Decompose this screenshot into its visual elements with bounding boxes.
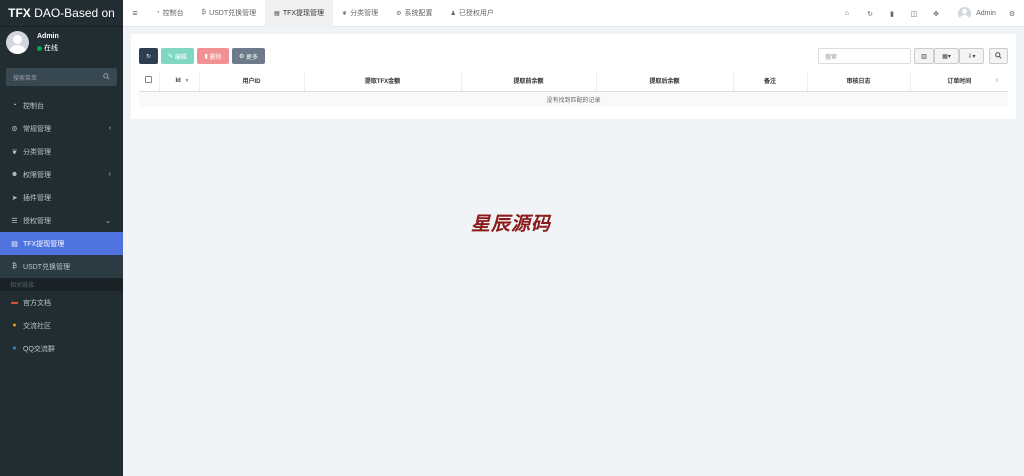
user-panel: Admin 在线 bbox=[0, 27, 123, 62]
bitcoin-icon: ₿ bbox=[201, 10, 207, 16]
columns-icon: ▦▾ bbox=[942, 53, 951, 60]
table-empty-row: 没有找到匹配的记录 bbox=[139, 91, 1008, 107]
list-icon: ☰ bbox=[11, 217, 18, 225]
group-icon: ☻ bbox=[10, 171, 19, 178]
cog-icon: ⚙ bbox=[238, 53, 245, 60]
gear-icon: ⚙ bbox=[396, 10, 402, 17]
sidebar-link-community[interactable]: ● 交流社区 bbox=[0, 314, 123, 337]
toggle-view-button[interactable]: ▥ bbox=[914, 48, 934, 64]
table-header-row: Id ▼ 用户ID 提取TFX金额 提取前余额 提取后余额 备注 审核日志 订单时… bbox=[139, 71, 1008, 92]
select-all-checkbox[interactable] bbox=[145, 76, 153, 84]
table-search-input[interactable]: 搜索 bbox=[818, 48, 911, 64]
empty-message: 没有找到匹配的记录 bbox=[139, 91, 1008, 107]
leaf-icon: ❦ bbox=[342, 10, 348, 17]
column-header-amount: 提取TFX金额 bbox=[304, 71, 462, 92]
column-header-balance-before: 提取前余额 bbox=[461, 71, 597, 92]
sort-icon: ⇕ bbox=[994, 78, 999, 84]
chevron-down-icon: ⌄ bbox=[105, 217, 111, 225]
search-icon[interactable] bbox=[103, 72, 110, 82]
sidebar-menu: ◔ 控制台 ⚙ 常规管理 ‹ ❦ 分类管理 ☻ 权限管理 ‹ ➤ 插件管理 ☰ 授权管理 ⌄ ▤ T… bbox=[0, 94, 123, 360]
dashboard-icon: ◔ bbox=[156, 10, 160, 16]
edit-button[interactable]: ✎ 编辑 bbox=[161, 48, 194, 64]
sidebar-item-license[interactable]: ☰ 授权管理 ⌄ bbox=[0, 209, 123, 232]
admin-avatar bbox=[958, 7, 972, 20]
column-header-order-time[interactable]: 订单时间 ⇕ bbox=[910, 71, 1008, 92]
app-root: TFX DAO-Based on Admin 在线 搜索菜单 ◔ 控制台 ⚙ 常规管… bbox=[0, 0, 1024, 476]
tab-category[interactable]: ❦ 分类管理 bbox=[333, 0, 387, 27]
advanced-search-button[interactable] bbox=[989, 48, 1008, 64]
search-icon bbox=[995, 51, 1002, 61]
top-navbar: ≡ ◔ 控制台 ₿ USDT兑换管理 ▤ TFX提现管理 ❦ 分类管理 ⚙ 系统配置 ♟ 已… bbox=[123, 0, 1024, 27]
sidebar-section-header: 相关链接 bbox=[0, 278, 123, 291]
sidebar-item-usdt-exchange[interactable]: ₿ USDT兑换管理 bbox=[0, 255, 123, 278]
card-icon: ▤ bbox=[11, 240, 18, 248]
sidebar-link-qq[interactable]: ● QQ交流群 bbox=[0, 337, 123, 360]
admin-menu[interactable]: Admin bbox=[953, 0, 1001, 27]
export-icon: ⇩▾ bbox=[967, 53, 976, 60]
sidebar-item-dashboard[interactable]: ◔ 控制台 bbox=[0, 94, 123, 117]
tab-system-config[interactable]: ⚙ 系统配置 bbox=[387, 0, 441, 27]
sidebar-item-tfx-withdraw[interactable]: ▤ TFX提现管理 bbox=[0, 232, 123, 255]
table-view-icon: ▥ bbox=[921, 53, 927, 60]
dashboard-icon: ◔ bbox=[12, 102, 17, 109]
tab-tfx-withdraw[interactable]: ▤ TFX提现管理 bbox=[265, 0, 334, 27]
menu-toggle-icon[interactable]: ≡ bbox=[123, 8, 147, 18]
qq-icon: ● bbox=[12, 345, 17, 352]
export-button[interactable]: ⇩▾ bbox=[959, 48, 984, 64]
comment-icon: ● bbox=[12, 322, 17, 329]
pencil-icon: ✎ bbox=[168, 53, 174, 60]
sidebar-item-plugins[interactable]: ➤ 插件管理 bbox=[0, 186, 123, 209]
translate-icon[interactable]: ◫ bbox=[907, 0, 921, 27]
user-status: 在线 bbox=[37, 43, 59, 53]
sort-desc-icon: ▼ bbox=[184, 78, 190, 84]
column-header-id[interactable]: Id ▼ bbox=[159, 71, 200, 92]
tab-usdt-exchange[interactable]: ₿ USDT兑换管理 bbox=[193, 0, 266, 27]
home-icon[interactable]: ⌂ bbox=[840, 0, 854, 27]
select-all-checkbox-cell bbox=[139, 71, 160, 92]
watermark-text: 星辰源码 bbox=[471, 213, 552, 235]
online-dot-icon bbox=[37, 45, 42, 51]
user-avatar bbox=[6, 31, 29, 54]
chevron-left-icon: ‹ bbox=[108, 125, 111, 132]
refresh-icon[interactable]: ↻ bbox=[863, 0, 877, 27]
chevron-left-icon: ‹ bbox=[108, 171, 111, 178]
sidebar-item-auth[interactable]: ☻ 权限管理 ‹ bbox=[0, 163, 123, 186]
bitcoin-icon: ₿ bbox=[11, 263, 18, 270]
tab-dashboard[interactable]: ◔ 控制台 bbox=[147, 0, 193, 27]
withdraw-table: Id ▼ 用户ID 提取TFX金额 提取前余额 提取后余额 备注 审核日志 订单时… bbox=[139, 71, 1008, 107]
user-icon: ♟ bbox=[450, 10, 456, 17]
trash-icon: ▮ bbox=[204, 53, 208, 60]
book-icon: ▬ bbox=[11, 299, 18, 306]
delete-button[interactable]: ▮ 删除 bbox=[197, 48, 229, 64]
refresh-button[interactable]: ↻ bbox=[139, 48, 158, 64]
tab-authorized-users[interactable]: ♟ 已授权用户 bbox=[441, 0, 502, 27]
card-icon: ▤ bbox=[274, 10, 280, 17]
menu-search-input[interactable]: 搜索菜单 bbox=[6, 68, 117, 86]
column-header-audit-log: 审核日志 bbox=[807, 71, 911, 92]
sidebar-item-general[interactable]: ⚙ 常规管理 ‹ bbox=[0, 117, 123, 140]
refresh-icon: ↻ bbox=[145, 53, 152, 60]
settings-gear-icon[interactable]: ⚙ bbox=[1005, 0, 1019, 27]
column-header-remark: 备注 bbox=[733, 71, 808, 92]
user-name: Admin bbox=[37, 33, 59, 40]
sidebar-link-docs[interactable]: ▬ 官方文档 bbox=[0, 291, 123, 314]
app-logo[interactable]: TFX DAO-Based on bbox=[0, 0, 123, 27]
column-header-balance-after: 提取后余额 bbox=[596, 71, 734, 92]
fullscreen-icon[interactable]: ✥ bbox=[929, 0, 943, 27]
columns-button[interactable]: ▦▾ bbox=[934, 48, 959, 64]
content-panel: ↻ ✎ 编辑 ▮ 删除 ⚙ 更多 搜索 ▥ ▦▾ ⇩▾ Id ▼ 用户ID 提取T… bbox=[131, 34, 1016, 119]
more-button[interactable]: ⚙ 更多 bbox=[232, 48, 265, 64]
leaf-icon: ❦ bbox=[11, 148, 18, 156]
tab-bar: ◔ 控制台 ₿ USDT兑换管理 ▤ TFX提现管理 ❦ 分类管理 ⚙ 系统配置 ♟ 已授权… bbox=[147, 0, 503, 27]
column-header-user-id: 用户ID bbox=[199, 71, 305, 92]
sidebar: TFX DAO-Based on Admin 在线 搜索菜单 ◔ 控制台 ⚙ 常规管… bbox=[0, 0, 123, 476]
trash-icon[interactable]: ▮ bbox=[885, 0, 899, 27]
sidebar-item-category[interactable]: ❦ 分类管理 bbox=[0, 140, 123, 163]
rocket-icon: ➤ bbox=[11, 194, 18, 202]
cogs-icon: ⚙ bbox=[11, 125, 18, 133]
